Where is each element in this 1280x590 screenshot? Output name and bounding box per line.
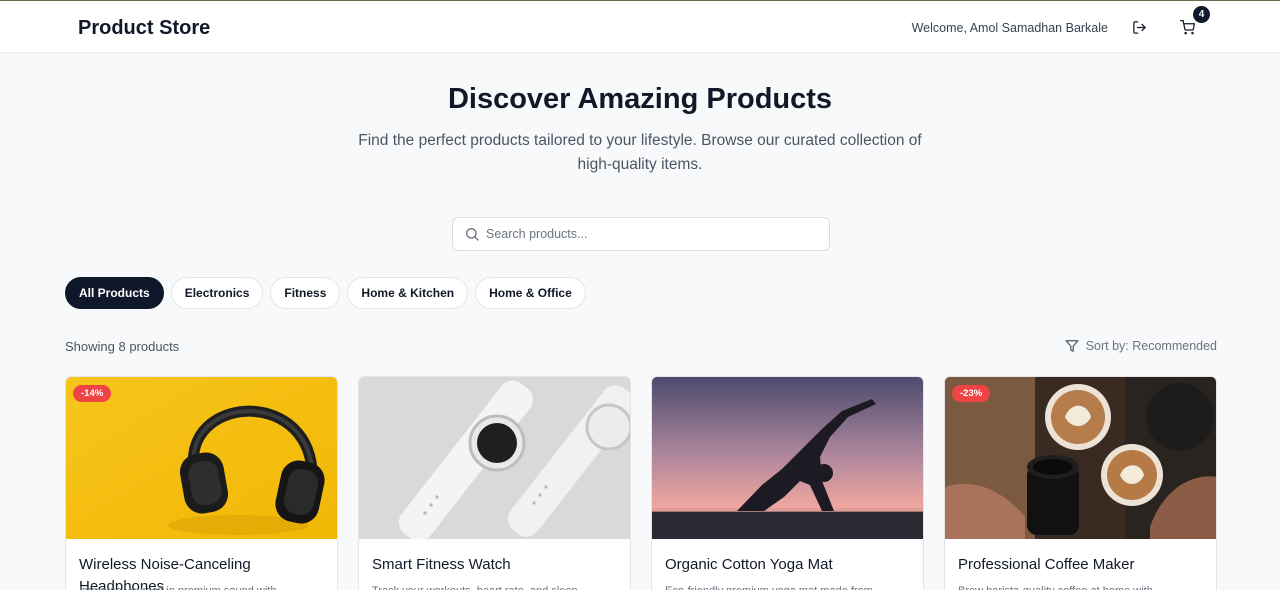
product-card[interactable]: -23% Professional Coffee Maker Brew bari… (944, 376, 1217, 590)
product-card[interactable]: Organic Cotton Yoga Mat Eco-friendly pre… (651, 376, 924, 590)
discount-badge: -14% (73, 385, 112, 402)
cart-count-badge: 4 (1193, 6, 1210, 23)
hero-title: Discover Amazing Products (447, 83, 833, 115)
product-image-coffee (945, 377, 1216, 539)
category-chip-fitness[interactable]: Fitness (270, 277, 341, 309)
category-chip-electronics[interactable]: Electronics (170, 277, 264, 309)
product-description: Track your workouts, heart rate, and sle… (372, 585, 618, 590)
product-card[interactable]: -14% Wireless Noise-Canceling Headphones… (65, 376, 338, 590)
product-image-yoga (652, 377, 923, 539)
category-chip-all-products[interactable]: All Products (65, 277, 164, 309)
product-image-smartwatch (359, 377, 630, 539)
product-description: Brew barista-quality coffee at home with (958, 585, 1204, 590)
product-image-headphones (66, 377, 337, 539)
sort-label: Sort by: Recommended (1085, 339, 1217, 353)
discount-badge: -23% (952, 385, 991, 402)
search-input[interactable] (486, 218, 822, 250)
sort-dropdown[interactable]: Sort by: Recommended (1065, 339, 1217, 353)
search-icon (466, 228, 479, 241)
hero-subtitle: Find the perfect products tailored to yo… (358, 132, 922, 173)
top-navbar: Product Store Welcome, Amol Samadhan Bar… (0, 1, 1280, 53)
category-chip-home-kitchen[interactable]: Home & Kitchen (347, 277, 469, 309)
product-title[interactable]: Professional Coffee Maker (958, 554, 1204, 576)
search-box (452, 217, 830, 251)
product-description: Eco-friendly premium yoga mat made from (665, 585, 911, 590)
product-title[interactable]: Smart Fitness Watch (372, 554, 618, 576)
results-count: Showing 8 products (65, 339, 180, 354)
product-card[interactable]: Smart Fitness Watch Track your workouts,… (358, 376, 631, 590)
welcome-message: Welcome, Amol Samadhan Barkale (911, 21, 1108, 35)
category-chip-home-office[interactable]: Home & Office (475, 277, 586, 309)
brand-logo[interactable]: Product Store (78, 17, 210, 40)
category-filter-bar: All Products Electronics Fitness Home & … (65, 277, 586, 309)
filter-icon (1065, 340, 1079, 352)
logout-icon (1132, 20, 1146, 34)
product-description: Immerse yourself in premium sound with (79, 585, 325, 590)
logout-button[interactable] (1127, 15, 1151, 39)
product-title[interactable]: Organic Cotton Yoga Mat (665, 554, 911, 576)
shopping-cart-icon (1179, 19, 1195, 34)
